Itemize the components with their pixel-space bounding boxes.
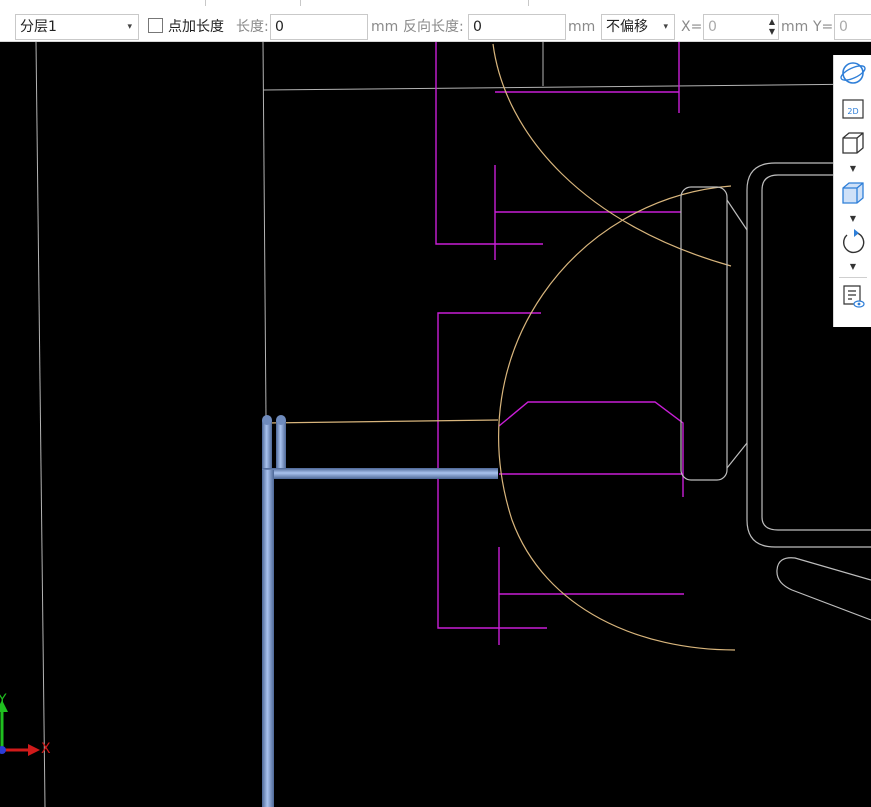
spinner-arrows-icon[interactable]: ▲ ▼	[769, 17, 775, 37]
layer-select-value: 分层1	[20, 19, 57, 35]
visibility-list-button[interactable]	[837, 283, 869, 311]
pipe-cap	[276, 415, 286, 425]
layer-select[interactable]: 分层1 ▾	[15, 14, 139, 40]
reverse-length-input-value: 0	[473, 19, 482, 35]
y-axis-label: Y	[0, 692, 7, 708]
wireframe-cube-icon	[842, 132, 864, 154]
shaded-dropdown-icon[interactable]: ▼	[834, 214, 871, 224]
view-2d-text: 2D	[847, 107, 858, 116]
property-toolbar: 分层1 ▾ 点加长度 长度: 0 mm 反向长度: 0 mm 不偏移 ▾ X= …	[0, 0, 871, 42]
pipe-segment[interactable]	[262, 420, 272, 476]
x-input[interactable]: 0 ▲ ▼	[703, 14, 779, 40]
reverse-length-unit: mm	[568, 19, 596, 35]
dropdown-caret-icon: ▾	[127, 22, 132, 32]
pipe-segment[interactable]	[276, 420, 286, 476]
dropdown-caret-icon: ▾	[663, 22, 668, 32]
x-input-value: 0	[708, 19, 717, 35]
length-label: 长度:	[236, 19, 269, 35]
length-input-value: 0	[275, 19, 284, 35]
x-label: X=	[681, 19, 703, 35]
view-toolbar: 2D ▼ ▼ ▼	[833, 55, 871, 327]
offset-select-value: 不偏移	[606, 19, 648, 35]
reverse-length-input[interactable]: 0	[468, 14, 566, 40]
orbit-button[interactable]	[837, 59, 869, 87]
visibility-list-icon	[843, 285, 865, 308]
reverse-length-label: 反向长度:	[403, 19, 464, 35]
toolbar-divider	[300, 0, 301, 6]
offset-select[interactable]: 不偏移 ▾	[601, 14, 675, 40]
drawing-canvas[interactable]	[0, 42, 871, 807]
rotate-icon	[843, 229, 865, 254]
axis-arrows-icon	[0, 700, 40, 756]
pipe-segment[interactable]	[262, 470, 274, 807]
length-unit: mm	[371, 19, 399, 35]
wireframe-dropdown-icon[interactable]: ▼	[834, 164, 871, 174]
orbit-icon	[840, 62, 866, 84]
y-label: Y=	[813, 19, 834, 35]
toolbar-divider	[205, 0, 206, 6]
y-input[interactable]: 0	[834, 14, 871, 40]
toolbar-divider	[528, 0, 529, 6]
shaded-view-button[interactable]	[837, 179, 869, 207]
view-2d-icon: 2D	[842, 99, 864, 119]
rotate-button[interactable]	[837, 227, 869, 255]
shaded-cube-icon	[842, 182, 864, 204]
view-2d-button[interactable]: 2D	[837, 95, 869, 123]
length-input[interactable]: 0	[270, 14, 368, 40]
y-input-value: 0	[839, 19, 848, 35]
x-axis-label: X	[41, 741, 51, 757]
wireframe-view-button[interactable]	[837, 129, 869, 157]
x-unit: mm	[781, 19, 809, 35]
pipe-segment[interactable]	[262, 468, 498, 479]
add-length-checkbox[interactable]	[148, 18, 163, 33]
rotate-dropdown-icon[interactable]: ▼	[834, 262, 871, 272]
add-length-label: 点加长度	[168, 19, 224, 35]
pipe-cap	[262, 415, 272, 425]
view-toolbar-divider	[839, 277, 867, 278]
